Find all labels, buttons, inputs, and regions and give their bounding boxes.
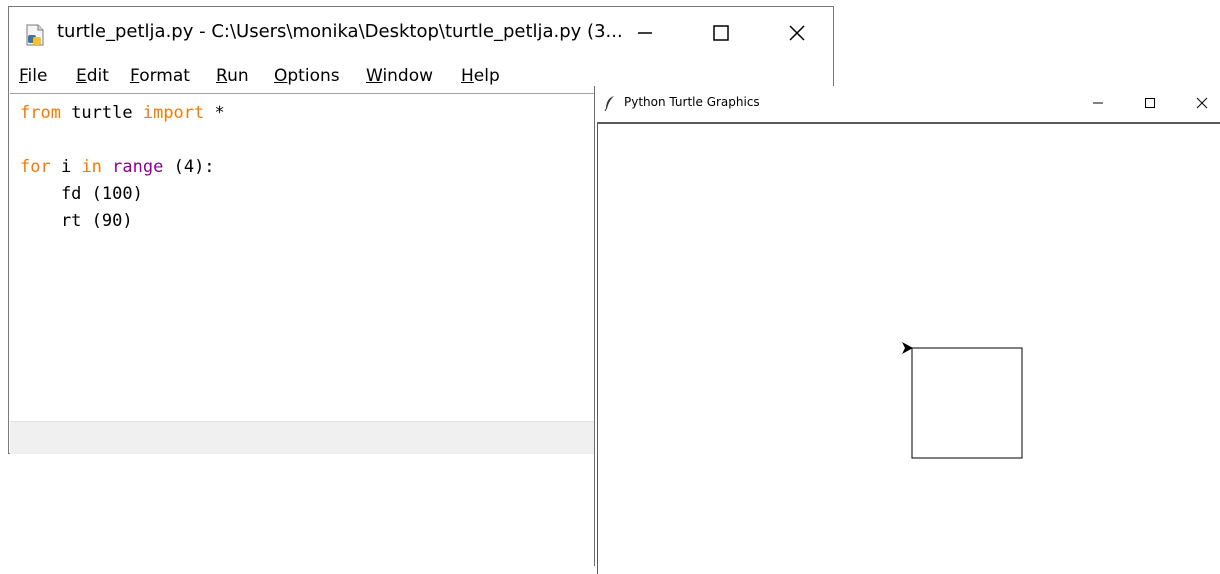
minimize-icon bbox=[1093, 102, 1103, 104]
keyword-for: for bbox=[20, 157, 51, 177]
turtle-canvas[interactable] bbox=[597, 122, 1220, 574]
code-text: turtle bbox=[60, 103, 143, 123]
keyword-import: import bbox=[142, 103, 205, 123]
idle-close-button[interactable] bbox=[777, 15, 817, 51]
builtin-range: range bbox=[112, 157, 164, 177]
turtle-minimize-button[interactable] bbox=[1083, 90, 1113, 116]
code-text: * bbox=[204, 103, 225, 123]
code-line-5: rt (90) bbox=[20, 211, 133, 231]
menu-run[interactable]: Run bbox=[216, 66, 249, 86]
turtle-maximize-button[interactable] bbox=[1135, 90, 1165, 116]
turtle-close-button[interactable] bbox=[1187, 90, 1217, 116]
maximize-icon bbox=[713, 25, 729, 41]
menu-file[interactable]: File bbox=[19, 66, 47, 86]
code-line-3: for i in range (4): bbox=[20, 154, 215, 181]
close-icon bbox=[1196, 97, 1208, 109]
maximize-icon bbox=[1145, 98, 1155, 108]
idle-window-title: turtle_petlja.py - C:\Users\monika\Deskt… bbox=[57, 21, 623, 42]
idle-python-file-icon bbox=[26, 24, 44, 46]
minimize-icon bbox=[638, 32, 652, 34]
code-editor[interactable]: from turtle import * for i in range (4):… bbox=[10, 93, 596, 422]
close-icon bbox=[789, 25, 805, 41]
code-line-4: fd (100) bbox=[20, 184, 143, 204]
menu-edit[interactable]: Edit bbox=[76, 66, 109, 86]
menu-format[interactable]: Format bbox=[130, 66, 190, 86]
drawn-square bbox=[911, 347, 1023, 459]
turtle-titlebar[interactable]: Python Turtle Graphics bbox=[595, 86, 1220, 120]
keyword-in: in bbox=[81, 157, 102, 177]
code-text: (4): bbox=[163, 157, 215, 177]
idle-statusbar bbox=[10, 421, 596, 454]
turtle-window-title: Python Turtle Graphics bbox=[624, 95, 760, 109]
menu-options[interactable]: Options bbox=[274, 66, 340, 86]
idle-minimize-button[interactable] bbox=[625, 15, 665, 51]
idle-maximize-button[interactable] bbox=[701, 15, 741, 51]
keyword-from: from bbox=[20, 103, 61, 123]
turtle-drawing bbox=[902, 342, 1023, 459]
feather-icon bbox=[604, 96, 614, 111]
turtle-arrow-icon bbox=[902, 342, 913, 354]
menu-window[interactable]: Window bbox=[366, 66, 433, 86]
turtle-graphics-window: Python Turtle Graphics bbox=[594, 86, 1220, 574]
menu-help[interactable]: Help bbox=[461, 66, 500, 86]
idle-titlebar[interactable]: turtle_petlja.py - C:\Users\monika\Deskt… bbox=[9, 7, 833, 59]
code-text: i bbox=[50, 157, 82, 177]
code-line-1: from turtle import * bbox=[20, 100, 225, 127]
